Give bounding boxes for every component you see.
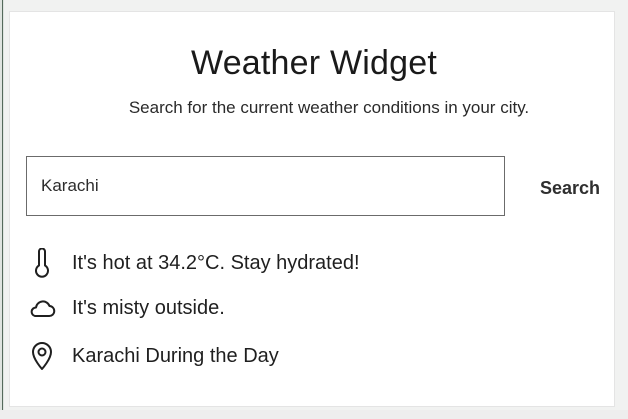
- location-text: Karachi During the Day: [72, 344, 279, 367]
- city-search-input[interactable]: [26, 156, 505, 216]
- page-bottom-strip: [0, 410, 628, 419]
- condition-result: It's misty outside.: [26, 290, 586, 326]
- temperature-text: It's hot at 34.2°C. Stay hydrated!: [72, 251, 360, 274]
- temperature-result: It's hot at 34.2°C. Stay hydrated!: [26, 245, 586, 281]
- condition-text: It's misty outside.: [72, 296, 225, 319]
- thermometer-icon: [26, 247, 58, 279]
- widget-title: Weather Widget: [191, 44, 437, 82]
- location-result: Karachi During the Day: [26, 338, 586, 374]
- search-button[interactable]: Search: [526, 170, 618, 206]
- location-pin-icon: [26, 340, 58, 372]
- widget-subtitle: Search for the current weather condition…: [128, 98, 530, 117]
- cloud-icon: [26, 292, 58, 324]
